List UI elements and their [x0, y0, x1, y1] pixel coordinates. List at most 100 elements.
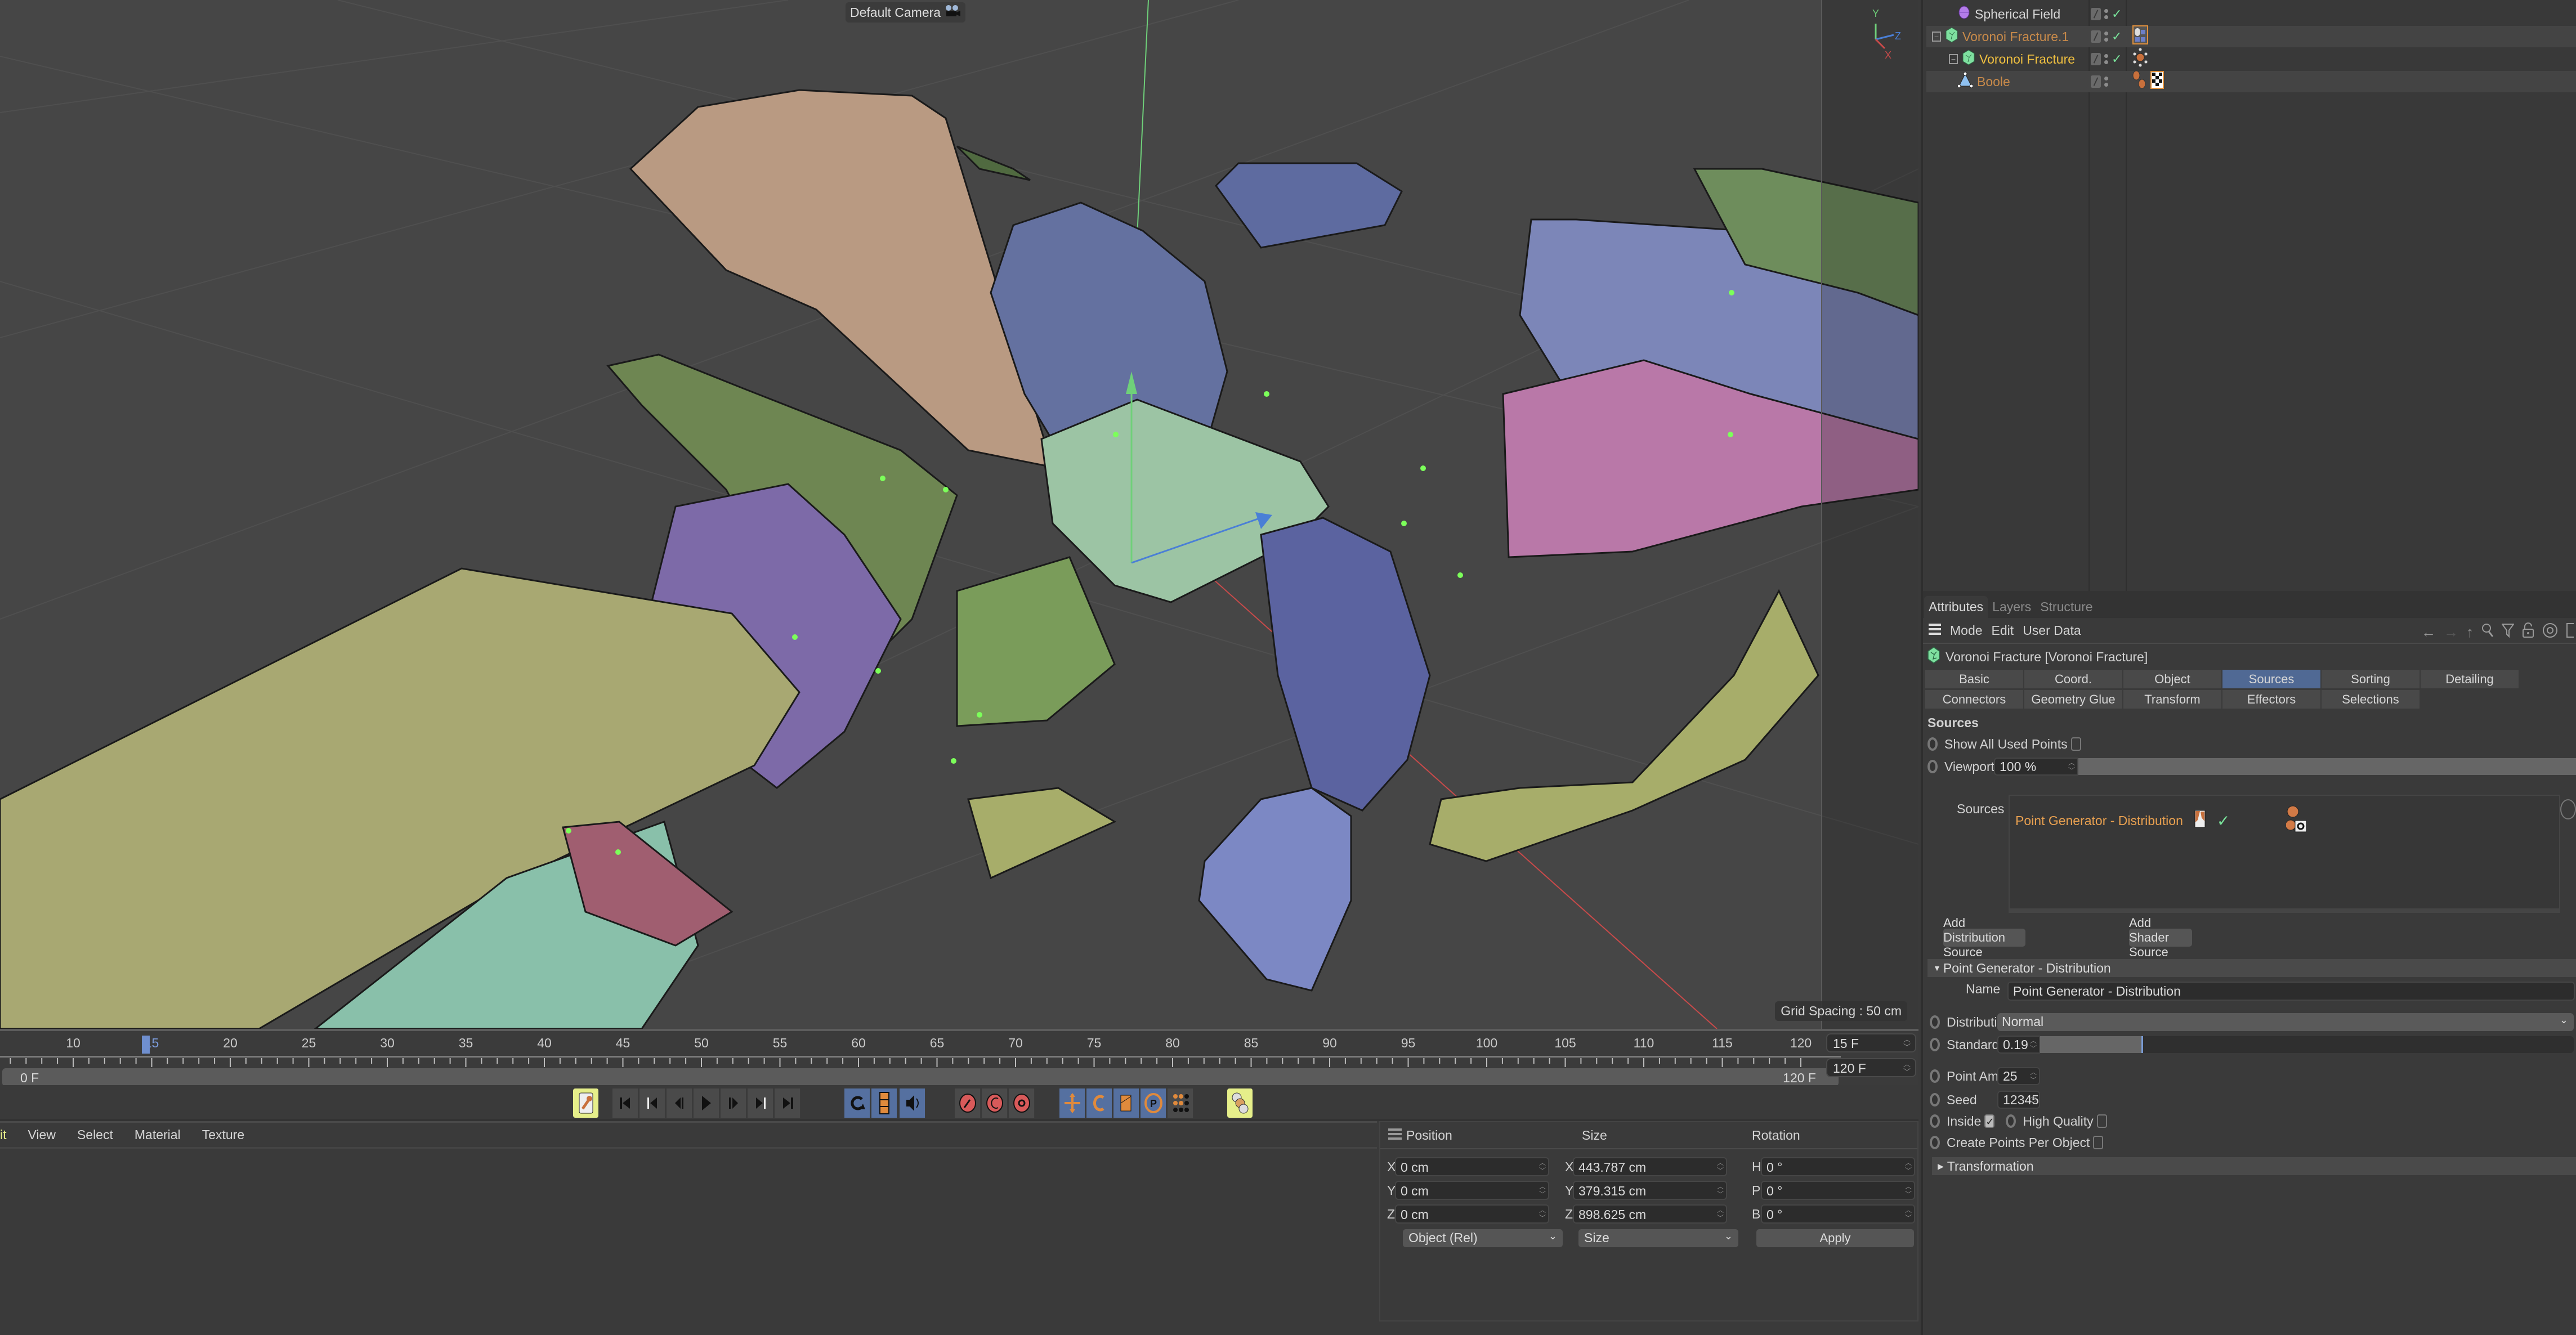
enabled-check-icon[interactable]: ✓ — [2112, 7, 2122, 21]
position-field[interactable]: 0 cm ︿ ﹀ — [1395, 1181, 1549, 1200]
page-tab-sorting[interactable]: Sorting — [2322, 670, 2420, 688]
hamburger-menu-icon[interactable] — [1388, 1128, 1405, 1143]
playhead[interactable] — [141, 1036, 150, 1054]
viewport-amount-slider[interactable] — [2078, 758, 2576, 775]
film-button[interactable] — [871, 1088, 897, 1118]
page-tab-effectors[interactable]: Effectors — [2222, 690, 2320, 709]
voronoi-fracture-tag-icon[interactable] — [2132, 25, 2148, 48]
object-row[interactable]: Boole — [1926, 70, 2576, 93]
point-level-button[interactable] — [1168, 1088, 1193, 1118]
checker-texture-tag-icon[interactable] — [2150, 71, 2164, 92]
rotation-field[interactable]: 0 ° ︿ ﹀ — [1761, 1181, 1915, 1200]
distribution-tag-icon[interactable] — [2132, 47, 2148, 71]
menu-edit[interactable]: Edit — [1992, 623, 2014, 638]
object-row[interactable]: − Voronoi Fracture ✓ — [1926, 47, 2576, 71]
previous-frame-button[interactable] — [667, 1088, 692, 1118]
layer-toggle-icon[interactable] — [2091, 53, 2101, 65]
animate-radio[interactable] — [1930, 1136, 1940, 1149]
spinner-icon[interactable]: ︿ ﹀ — [1903, 1060, 1911, 1076]
spinner-icon[interactable]: ︿ ﹀ — [2030, 1068, 2037, 1084]
search-icon[interactable] — [2481, 623, 2494, 642]
autokey-button[interactable] — [982, 1088, 1008, 1118]
point-amount-field[interactable]: 25 ︿ ﹀ — [1997, 1067, 2040, 1085]
size-mode-select[interactable]: Size ⌄ — [1578, 1229, 1738, 1247]
loop-button[interactable] — [844, 1088, 870, 1118]
sound-button[interactable] — [900, 1088, 925, 1118]
page-tab-basic[interactable]: Basic — [1925, 670, 2023, 688]
new-panel-icon[interactable] — [2566, 622, 2575, 642]
page-tab-selections[interactable]: Selections — [2322, 690, 2420, 709]
record-keys-button[interactable] — [573, 1088, 599, 1118]
end-frame-field[interactable]: 120 F ︿ ﹀ — [1826, 1058, 1916, 1077]
layer-toggle-icon[interactable] — [2091, 75, 2101, 88]
source-item[interactable]: Point Generator - Distribution ✓ — [2015, 805, 2309, 837]
menu-view[interactable]: View — [28, 1127, 56, 1143]
play-button[interactable] — [694, 1088, 719, 1118]
spinner-icon[interactable]: ︿ ﹀ — [2030, 1037, 2037, 1052]
transformation-group-header[interactable]: ▶ Transformation — [1932, 1157, 2576, 1175]
animate-radio[interactable] — [1927, 760, 1938, 773]
collapse-toggle-icon[interactable]: − — [1949, 54, 1958, 64]
seed-field[interactable]: 12345 ︿ ﹀ — [1997, 1091, 2040, 1109]
add-shader-source-button[interactable]: Add Shader Source — [2129, 916, 2192, 959]
position-field[interactable]: 0 cm ︿ ﹀ — [1395, 1157, 1549, 1176]
spinner-icon[interactable]: ︿ ﹀ — [1717, 1206, 1724, 1222]
parameter-key-button[interactable]: P — [1141, 1088, 1166, 1118]
menu-select[interactable]: Select — [77, 1127, 113, 1143]
position-key-button[interactable] — [1059, 1088, 1085, 1118]
rotation-field[interactable]: 0 ° ︿ ﹀ — [1761, 1204, 1915, 1224]
spinner-icon[interactable]: ︿ ﹀ — [1717, 1182, 1724, 1198]
visibility-dots-icon[interactable] — [2104, 32, 2108, 42]
layer-toggle-icon[interactable] — [2091, 8, 2101, 20]
object-name[interactable]: Voronoi Fracture.1 — [1962, 29, 2069, 44]
camera-label[interactable]: Default Camera — [846, 2, 966, 23]
object-row[interactable]: Spherical Field ✓ — [1926, 3, 2576, 25]
animate-radio[interactable] — [1930, 1114, 1940, 1128]
animate-radio[interactable] — [1930, 1015, 1940, 1029]
tab-structure[interactable]: Structure — [2036, 596, 2097, 618]
source-enabled-check-icon[interactable]: ✓ — [2217, 812, 2230, 830]
spinner-icon[interactable]: ︿ ﹀ — [1905, 1182, 1912, 1198]
object-name[interactable]: Voronoi Fracture — [1979, 52, 2075, 67]
rotation-field[interactable]: 0 ° ︿ ﹀ — [1761, 1157, 1915, 1176]
hamburger-menu-icon[interactable] — [1929, 623, 1941, 638]
high-quality-checkbox[interactable] — [2096, 1114, 2107, 1128]
coordinate-mode-select[interactable]: Object (Rel) ⌄ — [1403, 1229, 1563, 1247]
spinner-icon[interactable]: ︿ ﹀ — [2030, 1092, 2037, 1108]
page-tab-geometry-glue[interactable]: Geometry Glue — [2024, 690, 2122, 709]
standard-deviation-field[interactable]: 0.19 ︿ ﹀ — [1997, 1036, 2040, 1054]
spinner-icon[interactable]: ︿ ﹀ — [1905, 1159, 1912, 1175]
standard-deviation-slider[interactable] — [2040, 1036, 2574, 1053]
enabled-check-icon[interactable]: ✓ — [2112, 29, 2122, 44]
rotation-key-button[interactable] — [1086, 1088, 1112, 1118]
object-name[interactable]: Boole — [1977, 74, 2010, 89]
go-to-end-button[interactable] — [775, 1088, 800, 1118]
previous-key-button[interactable] — [639, 1088, 665, 1118]
page-tab-detailing[interactable]: Detailing — [2421, 670, 2519, 688]
pick-cursor-icon[interactable] — [2560, 799, 2576, 819]
visibility-dots-icon[interactable] — [2104, 54, 2108, 64]
page-tab-connectors[interactable]: Connectors — [1925, 690, 2023, 709]
sources-list[interactable]: Point Generator - Distribution ✓ — [2009, 795, 2560, 913]
animate-radio[interactable] — [1930, 1038, 1940, 1051]
page-tab-transform[interactable]: Transform — [2123, 690, 2221, 709]
keyframe-settings-button[interactable] — [1009, 1088, 1035, 1118]
create-points-per-object-checkbox[interactable] — [2093, 1136, 2104, 1149]
filter-icon[interactable] — [2501, 623, 2515, 642]
spinner-icon[interactable]: ︿ ﹀ — [2068, 759, 2075, 774]
back-arrow-icon[interactable]: ← — [2421, 624, 2436, 641]
material-dots-tag-icon[interactable] — [2132, 70, 2146, 93]
viewport[interactable]: Default Camera Y Z X Grid Spacing : 50 c… — [0, 0, 1918, 1029]
up-arrow-icon[interactable]: ↑ — [2466, 624, 2474, 641]
point-generator-group-header[interactable]: ▼ Point Generator - Distribution — [1927, 959, 2576, 977]
animate-radio[interactable] — [1930, 1093, 1940, 1106]
forward-arrow-icon[interactable]: → — [2444, 624, 2458, 641]
animate-radio[interactable] — [1927, 737, 1938, 751]
distribution-type-select[interactable]: Normal ⌄ — [1997, 1013, 2574, 1031]
visibility-dots-icon[interactable] — [2104, 77, 2108, 87]
size-field[interactable]: 443.787 cm ︿ ﹀ — [1573, 1157, 1727, 1176]
position-field[interactable]: 0 cm ︿ ﹀ — [1395, 1204, 1549, 1224]
viewport-amount-field[interactable]: 100 % ︿ ﹀ — [1994, 758, 2078, 776]
list-resize-handle[interactable] — [2010, 908, 2559, 912]
animate-radio[interactable] — [1930, 1069, 1940, 1083]
